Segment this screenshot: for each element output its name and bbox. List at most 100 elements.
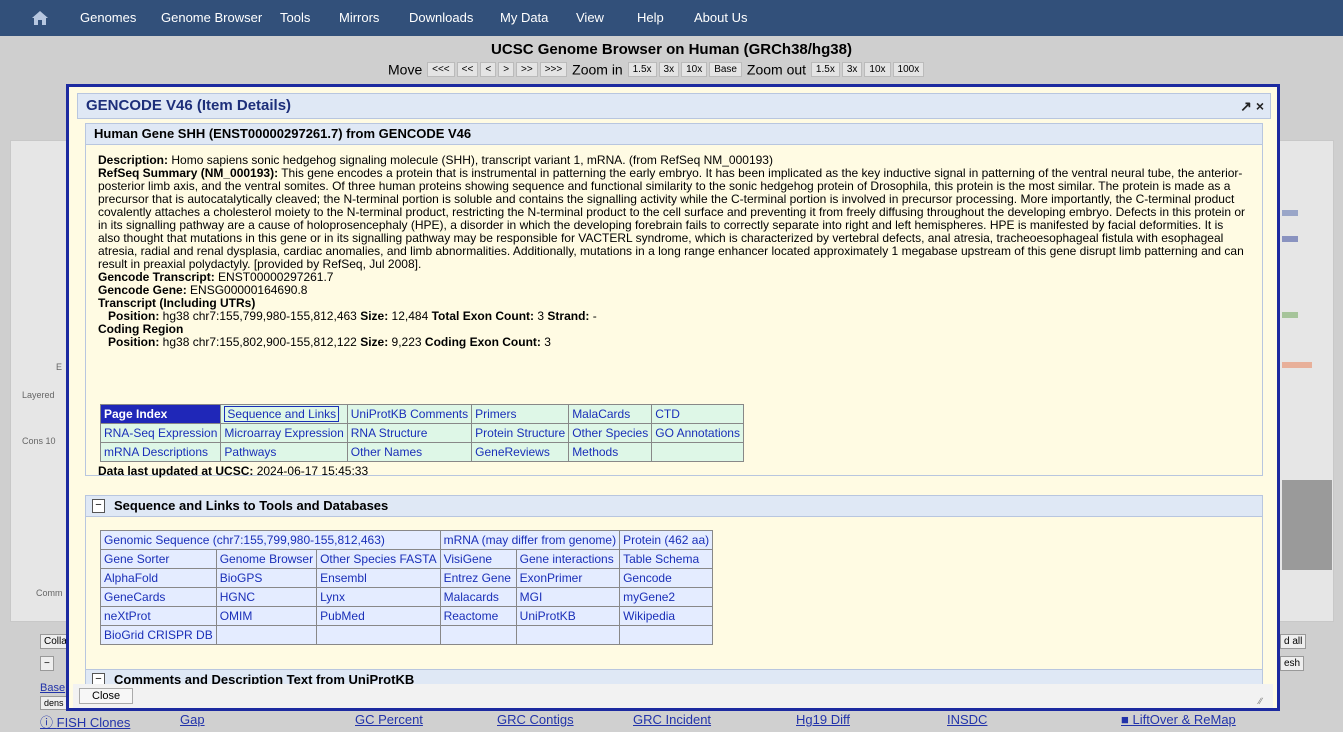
nav-genomes[interactable]: Genomes	[80, 10, 136, 25]
nav-view[interactable]: View	[576, 10, 604, 25]
link-cell[interactable]: Other Species FASTA	[316, 549, 441, 569]
page-index-link[interactable]: Methods	[568, 442, 653, 462]
close-button[interactable]: Close	[79, 688, 134, 704]
resize-handle-icon[interactable]: ∕∕	[1259, 696, 1269, 706]
protein-link[interactable]: Protein (462 aa)	[619, 530, 714, 550]
dense-select[interactable]: dens	[40, 696, 68, 710]
link-cell[interactable]: PubMed	[316, 606, 441, 626]
zoom-out-1.5x-button[interactable]: 1.5x	[810, 61, 840, 77]
nav-tools[interactable]: Tools	[280, 10, 310, 25]
track-link-liftover[interactable]: ■ LiftOver & ReMap	[1121, 712, 1236, 727]
link-cell[interactable]: Genome Browser	[215, 549, 318, 569]
zoom-out-10x-button[interactable]: 10x	[864, 61, 891, 77]
nav-my-data[interactable]: My Data	[500, 10, 548, 25]
page-index-link[interactable]: Sequence and Links	[220, 404, 348, 424]
base-position-link[interactable]: Base	[40, 682, 65, 694]
page-index-link[interactable]: Protein Structure	[471, 423, 570, 443]
link-cell[interactable]: HGNC	[215, 587, 318, 607]
page-index-link[interactable]: MalaCards	[568, 404, 653, 424]
nav-about-us[interactable]: About Us	[694, 10, 747, 25]
move-left-mid-button[interactable]: <<	[456, 61, 479, 77]
link-cell[interactable]: OMIM	[215, 606, 318, 626]
table-row: GeneCards HGNC Lynx Malacards MGI myGene…	[100, 587, 714, 607]
zoom-out-100x-button[interactable]: 100x	[892, 61, 925, 77]
move-right-mid-button[interactable]: >>	[516, 61, 538, 77]
strand-value: -	[592, 309, 597, 323]
page-index-empty	[651, 442, 744, 462]
zoom-in-10x-button[interactable]: 10x	[681, 61, 708, 77]
link-cell[interactable]: BioGrid CRISPR DB	[100, 625, 217, 645]
link-cell[interactable]: Gene interactions	[515, 549, 621, 569]
page-index-link[interactable]: GeneReviews	[471, 442, 570, 462]
track-link-gc-percent[interactable]: GC Percent	[355, 712, 423, 727]
link-cell[interactable]: neXtProt	[100, 606, 217, 626]
page-index-link[interactable]: mRNA Descriptions	[99, 442, 222, 462]
close-icon[interactable]: ×	[1256, 98, 1264, 114]
link-cell[interactable]: ExonPrimer	[515, 568, 621, 588]
exon-count-label: Total Exon Count:	[431, 309, 535, 323]
track-link-hg19-diff[interactable]: Hg19 Diff	[796, 712, 850, 727]
page-index-link-label[interactable]: Sequence and Links	[224, 406, 340, 422]
link-cell[interactable]: Table Schema	[619, 549, 714, 569]
size-label: Size:	[360, 335, 389, 349]
collapse-section-button[interactable]: −	[92, 499, 105, 513]
move-right-far-button[interactable]: >>>	[539, 61, 568, 77]
refresh-button[interactable]: esh	[1280, 656, 1305, 671]
page-index-link[interactable]: Other Names	[346, 442, 473, 462]
page-index-table: Page Index Sequence and Links UniProtKB …	[99, 404, 744, 462]
page-index-link[interactable]: UniProtKB Comments	[346, 404, 473, 424]
genomic-sequence-link[interactable]: Genomic Sequence (chr7:155,799,980-155,8…	[100, 530, 441, 550]
page-index-link[interactable]: Pathways	[220, 442, 348, 462]
track-link-fish-clones[interactable]: ⓘ FISH Clones	[40, 712, 130, 731]
expand-all-button[interactable]: d all	[1280, 634, 1307, 649]
link-cell[interactable]: myGene2	[619, 587, 714, 607]
track-link-label[interactable]: FISH Clones	[57, 715, 131, 730]
link-cell[interactable]: UniProtKB	[515, 606, 621, 626]
page-index-link[interactable]: CTD	[651, 404, 744, 424]
nav-help[interactable]: Help	[637, 10, 664, 25]
track-link-gap[interactable]: Gap	[180, 712, 205, 727]
zoom-in-3x-button[interactable]: 3x	[658, 61, 680, 77]
link-cell[interactable]: Malacards	[439, 587, 517, 607]
open-external-icon[interactable]: ↗	[1240, 98, 1252, 114]
nav-mirrors[interactable]: Mirrors	[339, 10, 379, 25]
link-cell[interactable]: MGI	[515, 587, 621, 607]
zoom-out-3x-button[interactable]: 3x	[841, 61, 863, 77]
track-link-grc-contigs[interactable]: GRC Contigs	[497, 712, 574, 727]
strand-label: Strand:	[547, 309, 590, 323]
page-index-link[interactable]: Other Species	[568, 423, 653, 443]
zoom-in-base-button[interactable]: Base	[709, 61, 742, 77]
track-link-insdc[interactable]: INSDC	[947, 712, 987, 727]
link-cell[interactable]: GeneCards	[100, 587, 217, 607]
gene-header: Human Gene SHH (ENST00000297261.7) from …	[86, 124, 1262, 145]
home-icon[interactable]	[30, 8, 50, 28]
utr-heading: Transcript (Including UTRs)	[98, 296, 256, 310]
track-link-label[interactable]: LiftOver & ReMap	[1132, 712, 1235, 727]
page-index-link[interactable]: Microarray Expression	[220, 423, 348, 443]
move-left-far-button[interactable]: <<<	[427, 61, 455, 77]
collapse-toggle[interactable]: −	[40, 656, 54, 671]
link-cell[interactable]: Wikipedia	[619, 606, 714, 626]
link-cell[interactable]: AlphaFold	[100, 568, 217, 588]
transcript-label: Gencode Transcript:	[98, 270, 215, 284]
link-cell[interactable]: Reactome	[439, 606, 517, 626]
link-cell[interactable]: Ensembl	[316, 568, 441, 588]
link-cell[interactable]: Entrez Gene	[439, 568, 517, 588]
page-index-link[interactable]: Primers	[471, 404, 570, 424]
nav-genome-browser[interactable]: Genome Browser	[161, 10, 262, 25]
position-label: Position:	[108, 309, 160, 323]
link-cell[interactable]: Lynx	[316, 587, 441, 607]
move-left-button[interactable]: <	[480, 61, 497, 77]
link-cell[interactable]: Gene Sorter	[100, 549, 217, 569]
nav-downloads[interactable]: Downloads	[409, 10, 473, 25]
link-cell[interactable]: BioGPS	[215, 568, 318, 588]
page-index-link[interactable]: RNA Structure	[346, 423, 473, 443]
page-index-link[interactable]: GO Annotations	[651, 423, 744, 443]
page-index-link[interactable]: RNA-Seq Expression	[99, 423, 222, 443]
link-cell[interactable]: Gencode	[619, 568, 714, 588]
mrna-link[interactable]: mRNA (may differ from genome)	[439, 530, 621, 550]
link-cell[interactable]: VisiGene	[439, 549, 517, 569]
zoom-in-1.5x-button[interactable]: 1.5x	[627, 61, 657, 77]
track-link-grc-incident[interactable]: GRC Incident	[633, 712, 711, 727]
move-right-button[interactable]: >	[498, 61, 515, 77]
